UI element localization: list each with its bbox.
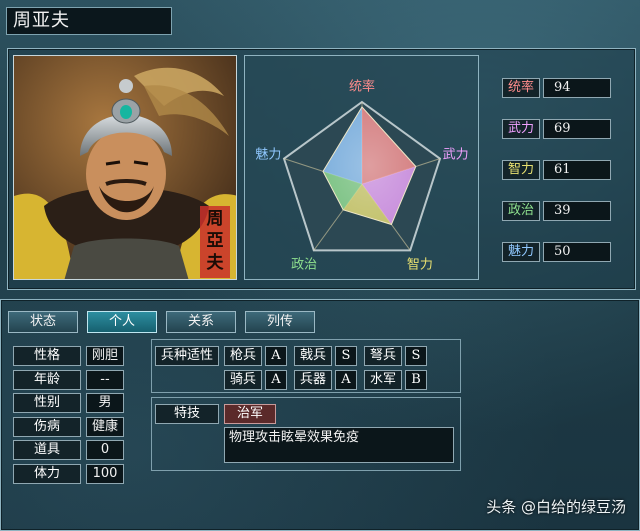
radar-axis-label: 政治 <box>291 258 317 273</box>
portrait: 周亞夫 <box>13 55 237 280</box>
stat-label: 智力 <box>502 160 540 180</box>
watermark: 头条 @白给的绿豆汤 <box>486 498 626 516</box>
skill-name[interactable]: 治军 <box>224 404 276 424</box>
tab-1[interactable]: 个人 <box>87 311 157 333</box>
proficiency-title: 兵种适性 <box>155 346 219 366</box>
stat-label: 政治 <box>502 201 540 221</box>
proficiency-label: 兵器 <box>294 370 332 390</box>
personal-label: 道具 <box>13 440 81 460</box>
radar-panel: 统率武力智力 政治 魅力 <box>244 55 479 280</box>
personal-label: 伤病 <box>13 416 81 437</box>
proficiency-grade: S <box>335 346 357 366</box>
proficiency-grade: A <box>265 370 287 390</box>
skill-description: 物理攻击眩晕效果免疫 <box>224 427 454 463</box>
proficiency-grade: B <box>405 370 427 390</box>
personal-value: 健康 <box>86 416 124 437</box>
stat-label: 统率 <box>502 78 540 98</box>
personal-value: 100 <box>86 463 124 484</box>
tab-3[interactable]: 列传 <box>245 311 315 333</box>
proficiency-label: 枪兵 <box>224 346 262 366</box>
proficiency-label: 骑兵 <box>224 370 262 390</box>
personal-value: 刚胆 <box>86 346 124 366</box>
personal-label: 体力 <box>13 463 81 484</box>
personal-label: 性格 <box>13 346 81 366</box>
tab-0[interactable]: 状态 <box>8 311 78 333</box>
proficiency-grade: A <box>335 370 357 390</box>
proficiency-label: 水军 <box>364 370 402 390</box>
stat-value: 69 <box>543 119 611 139</box>
proficiency-grade: A <box>265 346 287 366</box>
stat-label: 武力 <box>502 119 540 139</box>
character-name: 周亚夫 <box>6 7 172 35</box>
stat-value: 50 <box>543 242 611 262</box>
personal-value: -- <box>86 369 124 390</box>
personal-value: 男 <box>86 393 124 413</box>
portrait-seal: 周亞夫 <box>206 209 224 273</box>
proficiency-label: 戟兵 <box>294 346 332 366</box>
stat-value: 94 <box>543 78 611 98</box>
stat-label: 魅力 <box>502 242 540 262</box>
skill-title: 特技 <box>155 404 219 424</box>
stat-value: 39 <box>543 201 611 221</box>
radar-axis-label: 魅力 <box>255 148 281 163</box>
radar-axis-label: 武力 <box>443 148 469 163</box>
proficiency-grade: S <box>405 346 427 366</box>
stat-value: 61 <box>543 160 611 180</box>
radar-axis-label: 统率 <box>349 79 375 95</box>
proficiency-label: 弩兵 <box>364 346 402 366</box>
personal-label: 性别 <box>13 393 81 413</box>
personal-label: 年龄 <box>13 369 81 390</box>
tab-2[interactable]: 关系 <box>166 311 236 333</box>
radar-chart: 统率武力智力 政治 魅力 <box>255 79 469 273</box>
radar-axis-label: 智力 <box>407 258 433 273</box>
personal-value: 0 <box>86 440 124 460</box>
